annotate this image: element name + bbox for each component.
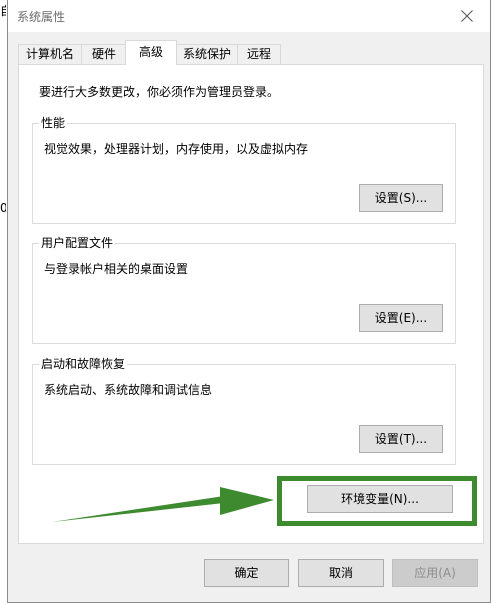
tab-system-protection[interactable]: 系统保护 bbox=[176, 44, 238, 64]
background-glyph-top: 自 bbox=[0, 4, 6, 18]
tab-computer-name[interactable]: 计算机名 bbox=[18, 44, 82, 64]
system-properties-dialog: 系统属性 计算机名 硬件 高级 系统保护 远程 要进行大多数更改，你必须作为管理… bbox=[7, 0, 491, 603]
performance-settings-button[interactable]: 设置(S)... bbox=[359, 184, 443, 212]
tab-remote[interactable]: 远程 bbox=[237, 44, 281, 64]
group-user-profiles: 用户配置文件 与登录帐户相关的桌面设置 设置(E)... bbox=[32, 235, 456, 344]
group-desc-startup-recovery: 系统启动、系统故障和调试信息 bbox=[44, 383, 213, 397]
advanced-tab-panel: 要进行大多数更改，你必须作为管理员登录。 性能 视觉效果，处理器计划，内存使用，… bbox=[18, 64, 484, 544]
background-glyph-bottom: 0 bbox=[0, 201, 6, 215]
startup-recovery-settings-button[interactable]: 设置(T)... bbox=[359, 425, 443, 453]
group-title-user-profiles: 用户配置文件 bbox=[39, 235, 116, 251]
apply-button[interactable]: 应用(A) bbox=[392, 559, 478, 587]
title-bar[interactable]: 系统属性 bbox=[8, 0, 490, 32]
admin-notice: 要进行大多数更改，你必须作为管理员登录。 bbox=[39, 85, 280, 99]
group-desc-performance: 视觉效果，处理器计划，内存使用，以及虚拟内存 bbox=[44, 142, 309, 156]
close-button[interactable] bbox=[444, 0, 490, 32]
ok-button[interactable]: 确定 bbox=[204, 559, 289, 587]
group-desc-user-profiles: 与登录帐户相关的桌面设置 bbox=[44, 262, 189, 276]
environment-variables-button[interactable]: 环境变量(N)... bbox=[307, 485, 453, 513]
group-title-startup-recovery: 启动和故障恢复 bbox=[39, 356, 128, 372]
user-profiles-settings-button[interactable]: 设置(E)... bbox=[359, 304, 443, 332]
cancel-button[interactable]: 取消 bbox=[298, 559, 384, 587]
tab-hardware[interactable]: 硬件 bbox=[81, 44, 127, 64]
window-title: 系统属性 bbox=[17, 10, 66, 24]
group-title-performance: 性能 bbox=[39, 115, 68, 131]
close-icon bbox=[461, 10, 473, 22]
group-startup-recovery: 启动和故障恢复 系统启动、系统故障和调试信息 设置(T)... bbox=[32, 356, 456, 465]
group-performance: 性能 视觉效果，处理器计划，内存使用，以及虚拟内存 设置(S)... bbox=[32, 115, 456, 224]
tab-advanced[interactable]: 高级 bbox=[125, 40, 177, 65]
